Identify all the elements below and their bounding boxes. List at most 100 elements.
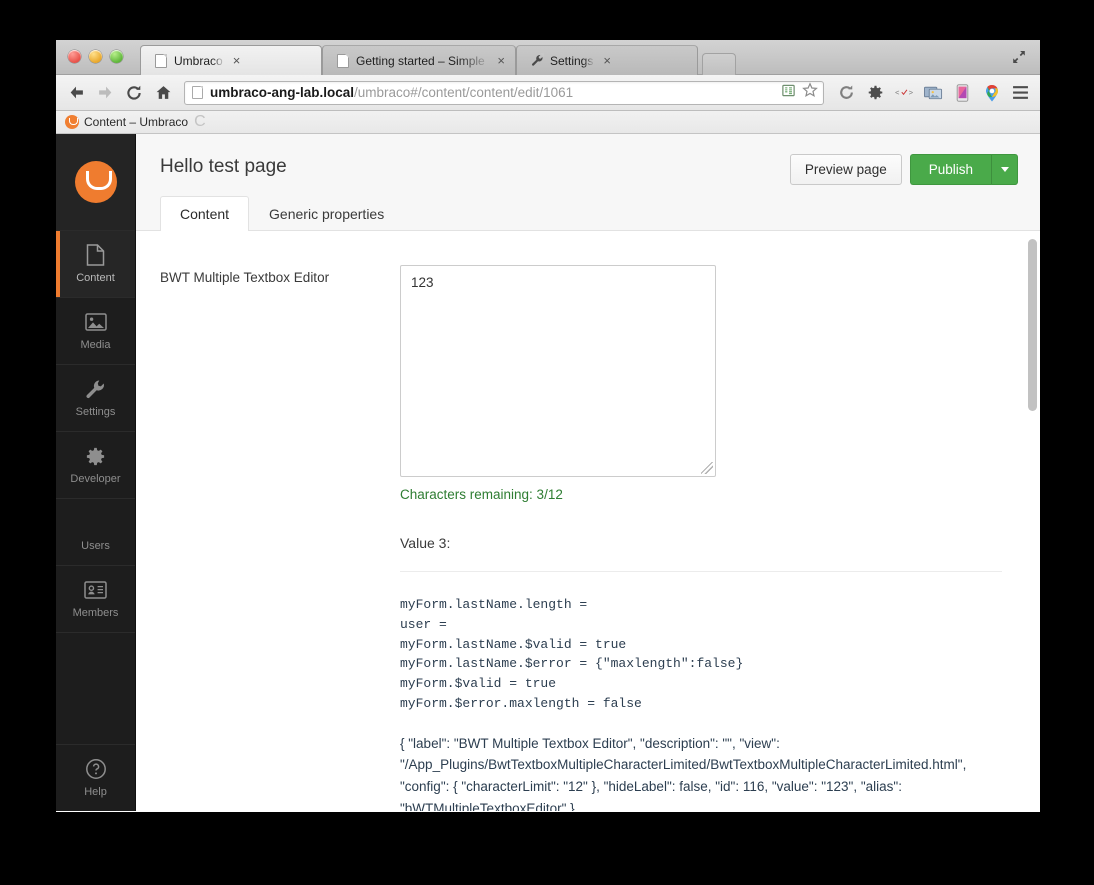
url-path: /umbraco#/content/content/edit/1061 (354, 85, 574, 100)
value-line-label: Value 3: (400, 535, 451, 551)
sidebar-item-settings[interactable]: Settings (56, 364, 135, 431)
svg-text:<: < (895, 90, 900, 98)
preview-page-button[interactable]: Preview page (789, 154, 902, 185)
id-card-icon (84, 579, 107, 601)
sidebar-item-label: Settings (75, 406, 116, 418)
bookmark-content-umbraco[interactable]: Content – Umbraco (65, 115, 188, 129)
window-controls (68, 50, 123, 63)
umbraco-logo-icon (65, 115, 79, 129)
toolbar-extensions: < > (835, 83, 1030, 102)
sidebar-item-label: Members (72, 607, 119, 619)
browser-window: Umbraco × Getting started – Simple w × S… (56, 40, 1040, 812)
back-button[interactable] (66, 83, 86, 103)
minimize-window-button[interactable] (89, 50, 102, 63)
fullscreen-button[interactable] (1008, 47, 1030, 67)
close-icon[interactable]: × (497, 54, 505, 67)
image-icon (84, 311, 107, 333)
new-tab-button[interactable] (702, 53, 736, 75)
debug-code-output: myForm.lastName.length = user = myForm.l… (400, 597, 744, 711)
code-check-icon[interactable]: < > (895, 83, 914, 102)
wrench-icon (531, 52, 544, 68)
tab-list: Umbraco × Getting started – Simple w × S… (140, 45, 736, 75)
reload-button[interactable] (124, 83, 144, 103)
publish-dropdown-button[interactable] (992, 154, 1018, 185)
sidebar-item-content[interactable]: Content (56, 230, 135, 297)
omnibox-icons (775, 82, 818, 103)
sidebar-item-users[interactable]: Users (56, 498, 135, 565)
umbraco-logo-icon (74, 161, 117, 203)
sidebar-item-developer[interactable]: Developer (56, 431, 135, 498)
url-host: umbraco-ang-lab.local (210, 85, 355, 100)
textarea-value: 123 (411, 275, 434, 290)
browser-tab-settings[interactable]: Settings × (516, 45, 698, 75)
app-sidebar: Content Media Settings Developer Users M… (56, 134, 136, 811)
debug-json-output: { "label": "BWT Multiple Textbox Editor"… (400, 735, 967, 812)
svg-text:>: > (909, 90, 914, 98)
property-row: BWT Multiple Textbox Editor 123 Characte… (160, 265, 1002, 811)
page-icon (337, 53, 349, 68)
umbraco-app: Content Media Settings Developer Users M… (56, 134, 1040, 811)
bookmarks-bar: Content – Umbraco C (56, 111, 1040, 134)
sidebar-item-help[interactable]: Help (56, 744, 135, 811)
publish-button[interactable]: Publish (909, 154, 992, 185)
browser-tab-strip: Umbraco × Getting started – Simple w × S… (56, 40, 1040, 75)
publish-button-group: Publish (909, 154, 1018, 185)
reload-circle-icon[interactable] (837, 83, 856, 102)
gear-icon (85, 445, 106, 467)
tab-content[interactable]: Content (160, 196, 250, 231)
device-frame: Umbraco × Getting started – Simple w × S… (0, 0, 1094, 885)
sidebar-item-label: Content (76, 272, 115, 284)
hamburger-menu-icon[interactable] (1011, 83, 1030, 102)
url-text: umbraco-ang-lab.local/umbraco#/content/c… (210, 85, 573, 100)
forward-button[interactable] (95, 83, 115, 103)
browser-tab-getting-started[interactable]: Getting started – Simple w × (322, 45, 516, 75)
close-icon[interactable]: × (603, 54, 611, 67)
question-circle-icon (85, 758, 107, 780)
chevron-down-icon (1000, 167, 1009, 172)
scroll-content: BWT Multiple Textbox Editor 123 Characte… (136, 231, 1040, 811)
tab-label: Umbraco (174, 53, 223, 68)
document-icon (86, 244, 105, 266)
browser-toolbar: umbraco-ang-lab.local/umbraco#/content/c… (56, 75, 1040, 111)
characters-remaining-label: Characters remaining: 3/12 (400, 487, 563, 502)
bookmark-overflow-label[interactable]: C (194, 113, 206, 131)
property-field: 123 Characters remaining: 3/12 Value 3: … (400, 265, 1002, 811)
content-body: BWT Multiple Textbox Editor 123 Characte… (136, 231, 1040, 811)
property-label: BWT Multiple Textbox Editor (160, 270, 330, 285)
vertical-scrollbar[interactable] (1028, 235, 1037, 811)
scrollbar-thumb[interactable] (1028, 239, 1037, 411)
tab-label: Getting started – Simple w (356, 53, 488, 68)
gear-icon[interactable] (866, 83, 885, 102)
bookmark-label: Content – Umbraco (84, 115, 189, 129)
close-icon[interactable]: × (233, 54, 241, 67)
sidebar-item-label: Help (84, 786, 107, 798)
tab-label: Settings (550, 53, 594, 68)
main-region: Hello test page Preview page Publish Con… (136, 134, 1040, 811)
wrench-icon (85, 378, 106, 400)
sidebar-item-members[interactable]: Members (56, 565, 135, 632)
page-icon (155, 53, 167, 68)
address-bar[interactable]: umbraco-ang-lab.local/umbraco#/content/c… (184, 80, 824, 105)
chrome-location-pin-icon[interactable] (982, 83, 1001, 102)
mobile-device-icon[interactable] (953, 83, 972, 102)
sidebar-item-label: Media (80, 339, 111, 351)
bookmark-star-icon[interactable] (802, 82, 818, 103)
multiple-textbox-input[interactable]: 123 (400, 265, 716, 477)
content-tabs: Content Generic properties (160, 196, 1016, 231)
header-actions: Preview page Publish (789, 154, 1018, 185)
zoom-window-button[interactable] (110, 50, 123, 63)
images-icon[interactable] (924, 83, 943, 102)
sidebar-item-label: Users (81, 540, 110, 552)
sidebar-item-media[interactable]: Media (56, 297, 135, 364)
content-header: Hello test page Preview page Publish Con… (136, 134, 1040, 231)
reader-icon[interactable] (781, 83, 796, 103)
home-button[interactable] (153, 83, 173, 103)
page-icon (192, 86, 203, 99)
browser-tab-umbraco[interactable]: Umbraco × (140, 45, 322, 75)
sidebar-item-label: Developer (70, 473, 121, 485)
close-window-button[interactable] (68, 50, 81, 63)
umbraco-logo[interactable] (56, 134, 135, 230)
divider (400, 571, 1002, 572)
resize-handle[interactable] (701, 462, 713, 474)
tab-generic-properties[interactable]: Generic properties (249, 196, 404, 231)
